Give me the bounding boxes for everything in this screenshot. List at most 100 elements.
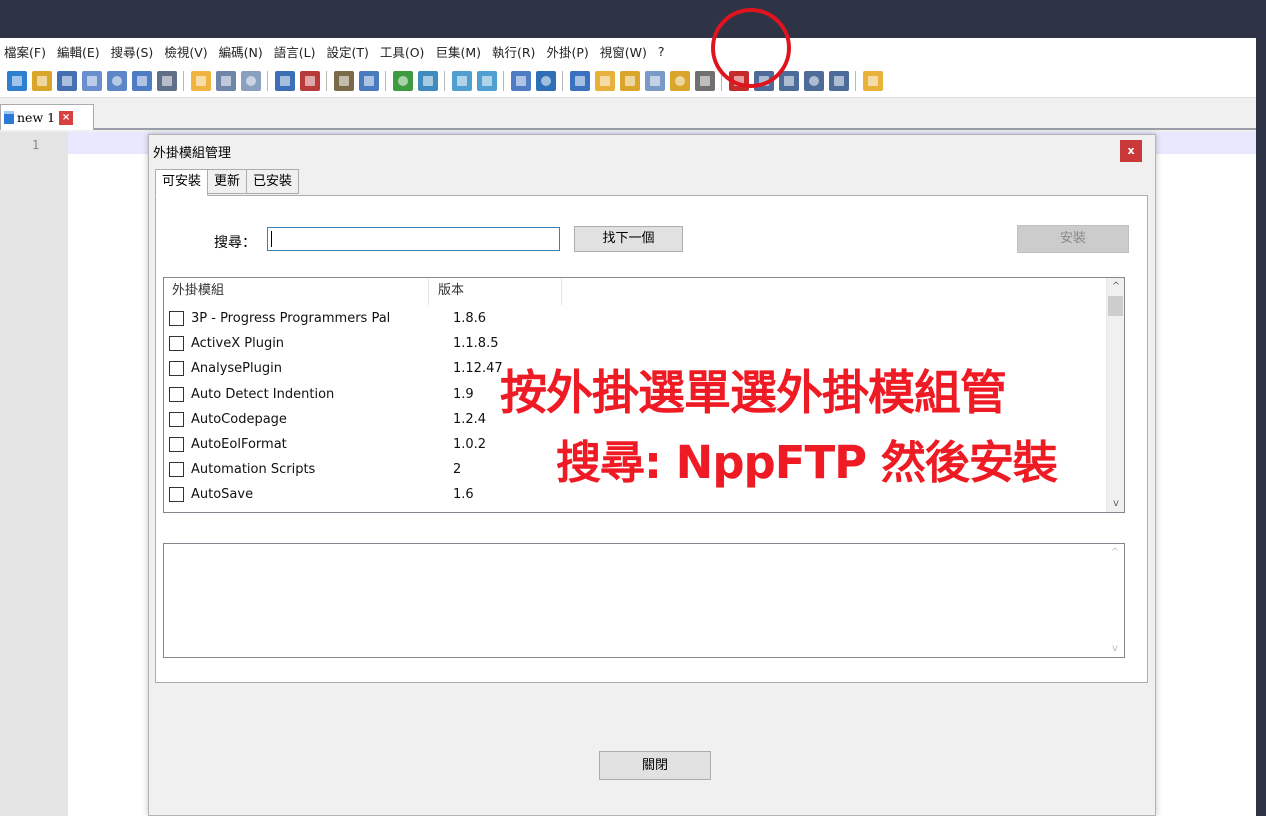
- toolbar-button-icon-4[interactable]: [106, 70, 127, 91]
- toolbar-button-icon-9[interactable]: [240, 70, 261, 91]
- toolbar-button-icon-3[interactable]: [81, 70, 102, 91]
- toolbar-separator: [385, 70, 386, 91]
- tab-available[interactable]: 可安裝: [155, 169, 209, 196]
- plugin-name: AutoSave: [191, 487, 254, 503]
- search-label: 搜尋：: [214, 235, 256, 251]
- find-next-button[interactable]: 找下一個: [574, 226, 683, 252]
- plugin-checkbox[interactable]: [169, 487, 184, 503]
- menu-item-11[interactable]: 視窗(W): [600, 42, 647, 61]
- toolbar-button-icon-8[interactable]: [215, 70, 236, 91]
- toolbar-button-icon-5[interactable]: [131, 70, 152, 91]
- toolbar-button-icon-12[interactable]: [333, 70, 354, 91]
- toolbar-button-icon-22[interactable]: [619, 70, 640, 91]
- line-number-gutter: 1: [0, 132, 68, 816]
- window-frame: [0, 0, 1266, 38]
- toolbar-button-icon-6[interactable]: [156, 70, 177, 91]
- close-tab-icon[interactable]: ×: [59, 110, 74, 125]
- menu-item-7[interactable]: 工具(O): [380, 42, 425, 61]
- toolbar-button-icon-18[interactable]: [510, 70, 531, 91]
- toolbar-button-icon-24[interactable]: [669, 70, 690, 91]
- document-icon: [4, 111, 14, 124]
- toolbar-button-icon-7[interactable]: [190, 70, 211, 91]
- toolbar-separator: [267, 70, 268, 91]
- toolbar-button-icon-16[interactable]: [451, 70, 472, 91]
- toolbar-button-icon-29[interactable]: [803, 70, 824, 91]
- tab-updates[interactable]: 更新: [207, 169, 248, 194]
- text-caret: [271, 231, 272, 247]
- close-button[interactable]: 關閉: [599, 751, 711, 780]
- toolbar-separator: [855, 70, 856, 91]
- toolbar-button-icon-10[interactable]: [274, 70, 295, 91]
- toolbar: [0, 64, 1256, 98]
- tab-installed[interactable]: 已安裝: [246, 169, 300, 194]
- plugin-name: Auto Detect Indention: [191, 386, 335, 402]
- toolbar-button-icon-20[interactable]: [569, 70, 590, 91]
- document-tab-label: new 1: [17, 110, 56, 125]
- plugin-tabs: 可安裝 更新 已安裝: [155, 169, 300, 196]
- toolbar-button-icon-11[interactable]: [299, 70, 320, 91]
- toolbar-button-icon-1[interactable]: [31, 70, 52, 91]
- search-input[interactable]: [267, 227, 560, 251]
- line-number: 1: [32, 138, 40, 152]
- toolbar-button-icon-23[interactable]: [644, 70, 665, 91]
- plugin-description-box[interactable]: ^ v: [163, 543, 1125, 658]
- plugins-menu-highlight-circle: [711, 8, 791, 88]
- plugin-name: AutoEolFormat: [191, 437, 287, 453]
- plugin-checkbox[interactable]: [169, 336, 184, 352]
- toolbar-button-icon-2[interactable]: [56, 70, 77, 91]
- description-scrollbar[interactable]: ^ v: [1106, 544, 1124, 657]
- column-header-plugin[interactable]: 外掛模組: [164, 278, 429, 305]
- toolbar-button-icon-0[interactable]: [6, 70, 27, 91]
- plugin-version: 1.6: [453, 487, 474, 503]
- scroll-down-arrow-icon[interactable]: v: [1106, 640, 1124, 657]
- plugin-checkbox[interactable]: [169, 386, 184, 402]
- menu-item-9[interactable]: 執行(R): [492, 42, 535, 61]
- toolbar-button-icon-14[interactable]: [392, 70, 413, 91]
- scrollbar-thumb[interactable]: [1108, 296, 1123, 316]
- plugin-version: 2: [453, 462, 462, 478]
- scroll-down-arrow-icon[interactable]: v: [1107, 495, 1124, 512]
- plugin-name: AutoCodepage: [191, 411, 287, 427]
- plugin-version: 1.8.6: [453, 311, 487, 327]
- toolbar-button-icon-17[interactable]: [476, 70, 497, 91]
- toolbar-button-icon-19[interactable]: [535, 70, 556, 91]
- install-button[interactable]: 安裝: [1017, 225, 1129, 253]
- toolbar-button-icon-21[interactable]: [594, 70, 615, 91]
- plugin-version: 1.0.2: [453, 437, 487, 453]
- toolbar-button-icon-25[interactable]: [694, 70, 715, 91]
- plugin-checkbox[interactable]: [169, 411, 184, 427]
- scroll-up-arrow-icon[interactable]: ^: [1106, 544, 1124, 561]
- plugin-row[interactable]: 3P - Progress Programmers Pal 1.8.6: [164, 306, 1108, 331]
- toolbar-separator: [503, 70, 504, 91]
- plugin-list-header: 外掛模組 版本: [164, 278, 1108, 305]
- menu-item-3[interactable]: 檢視(V): [164, 42, 207, 61]
- menu-item-4[interactable]: 編碼(N): [219, 42, 263, 61]
- column-header-version[interactable]: 版本: [429, 278, 562, 305]
- menu-item-1[interactable]: 編輯(E): [57, 42, 100, 61]
- menu-item-2[interactable]: 搜尋(S): [111, 42, 154, 61]
- plugin-checkbox[interactable]: [169, 462, 184, 478]
- plugin-row[interactable]: ActiveX Plugin 1.1.8.5: [164, 331, 1108, 356]
- scroll-up-arrow-icon[interactable]: ^: [1107, 278, 1124, 295]
- dialog-close-button[interactable]: x: [1120, 140, 1142, 162]
- toolbar-button-icon-15[interactable]: [417, 70, 438, 91]
- toolbar-button-icon-13[interactable]: [358, 70, 379, 91]
- menu-item-12[interactable]: ?: [658, 44, 665, 59]
- menu-item-10[interactable]: 外掛(P): [546, 42, 588, 61]
- menu-item-8[interactable]: 巨集(M): [435, 42, 481, 61]
- plugin-checkbox[interactable]: [169, 361, 184, 377]
- menu-item-5[interactable]: 語言(L): [274, 42, 316, 61]
- plugin-name: AnalysePlugin: [191, 361, 282, 377]
- toolbar-button-icon-30[interactable]: [828, 70, 849, 91]
- plugin-list-scrollbar[interactable]: ^ v: [1106, 278, 1124, 512]
- annotation-instruction-line-1: 按外掛選單選外掛模組管: [500, 366, 1007, 421]
- document-tab-new-1[interactable]: new 1 ×: [0, 104, 94, 130]
- plugin-checkbox[interactable]: [169, 437, 184, 453]
- toolbar-button-icon-31[interactable]: [862, 70, 883, 91]
- plugin-checkbox[interactable]: [169, 311, 184, 327]
- toolbar-separator: [183, 70, 184, 91]
- menu-item-6[interactable]: 設定(T): [326, 42, 368, 61]
- menu-item-0[interactable]: 檔案(F): [4, 42, 46, 61]
- plugin-name: ActiveX Plugin: [191, 336, 285, 352]
- toolbar-separator: [326, 70, 327, 91]
